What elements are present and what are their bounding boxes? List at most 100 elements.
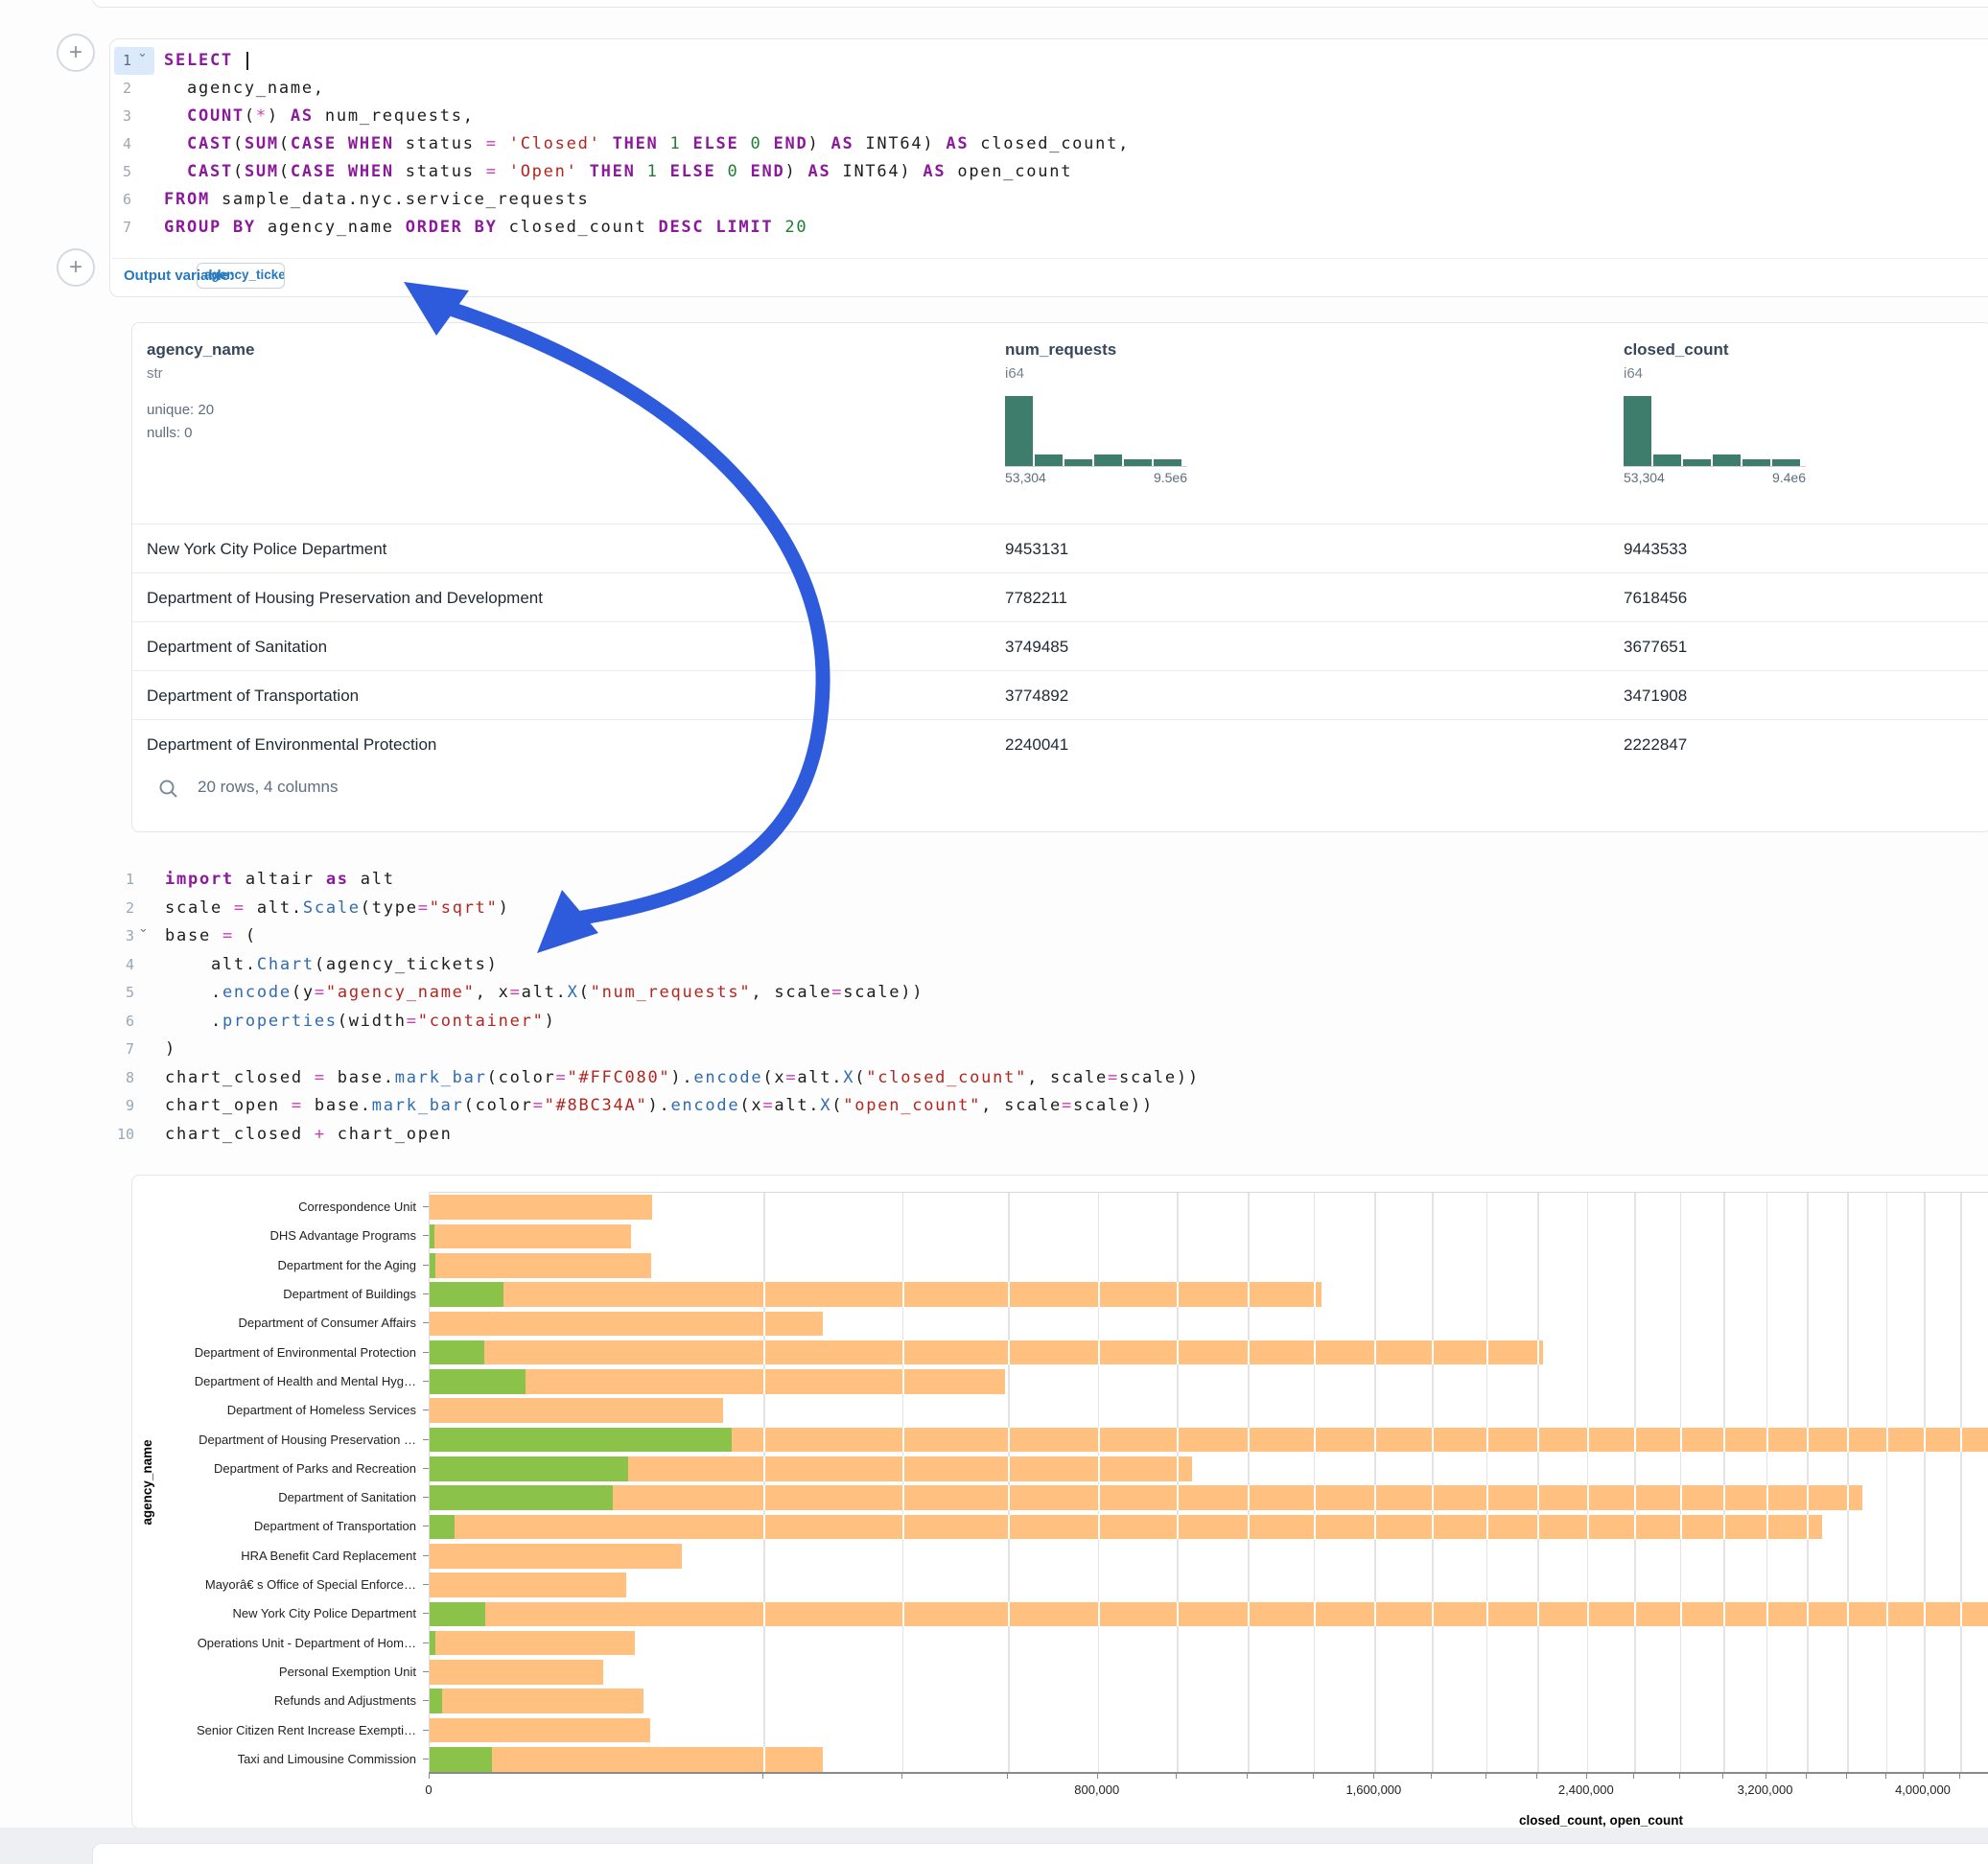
bar-closed-count[interactable] (430, 1398, 723, 1423)
code-token: agency_name, (164, 79, 325, 98)
python-code-line[interactable]: .properties(width="container") (165, 1008, 556, 1036)
code-token: = (1062, 1096, 1073, 1115)
bar-closed-count[interactable] (430, 1602, 1988, 1627)
cell-agency-name: Department of Environmental Protection (147, 720, 436, 769)
table-row[interactable]: Department of Environmental Protection22… (132, 719, 1988, 769)
gridline-over-bar (1432, 1428, 1434, 1453)
bar-open-count[interactable] (430, 1253, 435, 1278)
bar-closed-count[interactable] (430, 1224, 631, 1249)
bar-closed-count[interactable] (430, 1485, 1862, 1510)
sql-code-line[interactable]: SELECT (164, 47, 248, 75)
code-token (659, 162, 670, 181)
column-header-num_requests[interactable]: num_requests (1005, 340, 1116, 360)
python-code-editor[interactable]: 1import altair as alt2scale = alt.Scale(… (109, 866, 1988, 1153)
code-token: , scale (1027, 1068, 1108, 1087)
sql-code-line[interactable]: COUNT(*) AS num_requests, (164, 103, 475, 130)
y-axis-label: Department of Transportation (132, 1519, 416, 1533)
python-code-line[interactable]: ) (165, 1036, 176, 1063)
bar-closed-count[interactable] (430, 1195, 652, 1220)
sql-code-line[interactable]: GROUP BY agency_name ORDER BY closed_cou… (164, 214, 807, 242)
cell-num-requests: 3749485 (1005, 622, 1068, 671)
bar-closed-count[interactable] (430, 1660, 603, 1685)
bar-open-count[interactable] (430, 1282, 503, 1307)
gridline-over-bar (1924, 1602, 1926, 1627)
bar-open-count[interactable] (430, 1689, 442, 1713)
output-variable-pill[interactable]: agency_tickets (197, 263, 285, 289)
bar-open-count[interactable] (430, 1485, 613, 1510)
chevron-down-icon[interactable]: ⌄ (138, 920, 149, 936)
gridline-over-bar (1177, 1602, 1179, 1627)
sql-code-editor[interactable]: ⌄1SELECT 2 agency_name,3 COUNT(*) AS num… (110, 47, 1988, 250)
bar-open-count[interactable] (430, 1456, 628, 1481)
bar-closed-count[interactable] (430, 1515, 1822, 1540)
python-code-line[interactable]: alt.Chart(agency_tickets) (165, 951, 499, 979)
chevron-down-icon[interactable]: ⌄ (137, 45, 148, 60)
table-row[interactable]: Department of Sanitation37494853677651 (132, 621, 1988, 671)
sql-cell[interactable]: ⌄1SELECT 2 agency_name,3 COUNT(*) AS num… (109, 38, 1988, 297)
code-token: ( (233, 162, 245, 181)
code-token (164, 106, 187, 126)
gridline-over-bar (763, 1485, 765, 1510)
bar-closed-count[interactable] (430, 1573, 626, 1597)
code-token (773, 218, 784, 237)
bar-open-count[interactable] (430, 1224, 434, 1249)
bar-closed-count[interactable] (430, 1282, 1321, 1307)
x-axis-line (429, 1772, 1988, 1774)
column-histogram (1624, 395, 1806, 467)
bar-open-count[interactable] (430, 1340, 484, 1365)
python-code-line[interactable]: .encode(y="agency_name", x=alt.X("num_re… (165, 979, 924, 1007)
add-cell-button-middle[interactable]: + (57, 248, 95, 287)
column-header-agency_name[interactable]: agency_name (147, 340, 254, 360)
bar-open-count[interactable] (430, 1602, 485, 1627)
bar-closed-count[interactable] (430, 1631, 635, 1656)
column-stat: nulls: 0 (147, 425, 193, 441)
gridline-over-bar (1587, 1428, 1589, 1453)
bar-closed-count[interactable] (430, 1689, 643, 1713)
bar-closed-count[interactable] (430, 1253, 651, 1278)
table-row[interactable]: Department of Housing Preservation and D… (132, 572, 1988, 622)
gridline-over-bar (1537, 1485, 1539, 1510)
histogram-bar (1624, 396, 1651, 466)
bar-open-count[interactable] (430, 1515, 455, 1540)
y-axis-label: Department of Sanitation (132, 1490, 416, 1504)
bar-closed-count[interactable] (430, 1544, 682, 1569)
bar-closed-count[interactable] (430, 1718, 650, 1743)
code-token: (x (762, 1068, 785, 1087)
python-code-line[interactable]: import altair as alt (165, 866, 395, 894)
y-axis-label: Department of Consumer Affairs (132, 1316, 416, 1330)
code-token: WHEN (348, 162, 394, 181)
bar-open-count[interactable] (430, 1369, 526, 1394)
code-token: open_count (946, 162, 1072, 181)
x-axis-tick (762, 1774, 763, 1779)
search-icon[interactable] (157, 778, 180, 805)
code-token (762, 134, 774, 153)
code-token: base (165, 926, 222, 945)
sql-code-line[interactable]: FROM sample_data.nyc.service_requests (164, 186, 589, 214)
line-number: 3 (90, 922, 134, 950)
python-code-line[interactable]: chart_open = base.mark_bar(color="#8BC34… (165, 1092, 1154, 1120)
x-axis-tick (429, 1774, 430, 1779)
x-axis-tick (1007, 1774, 1008, 1779)
bar-open-count[interactable] (430, 1428, 732, 1453)
code-token (463, 218, 475, 237)
table-row[interactable]: Department of Transportation377489234719… (132, 670, 1988, 720)
bar-open-count[interactable] (430, 1631, 435, 1656)
column-header-closed_count[interactable]: closed_count (1624, 340, 1729, 360)
table-row[interactable]: New York City Police Department945313194… (132, 524, 1988, 573)
python-code-line[interactable]: chart_closed + chart_open (165, 1121, 453, 1149)
python-code-line[interactable]: base = ( (165, 922, 257, 950)
gridline-over-bar (1314, 1485, 1316, 1510)
sql-code-line[interactable]: agency_name, (164, 75, 325, 103)
code-token: = (315, 1068, 326, 1087)
result-table[interactable]: agency_namestrunique: 20nulls: 0num_requ… (131, 322, 1988, 832)
code-token: AS (807, 162, 830, 181)
histogram-bar (1035, 454, 1063, 466)
python-code-line[interactable]: scale = alt.Scale(type="sqrt") (165, 895, 510, 922)
bar-open-count[interactable] (430, 1747, 492, 1772)
bar-closed-count[interactable] (430, 1340, 1543, 1365)
sql-code-line[interactable]: CAST(SUM(CASE WHEN status = 'Closed' THE… (164, 130, 1130, 158)
sql-code-line[interactable]: CAST(SUM(CASE WHEN status = 'Open' THEN … (164, 158, 1072, 186)
code-token: (color (487, 1068, 556, 1087)
bar-closed-count[interactable] (430, 1312, 823, 1337)
python-code-line[interactable]: chart_closed = base.mark_bar(color="#FFC… (165, 1064, 1200, 1092)
